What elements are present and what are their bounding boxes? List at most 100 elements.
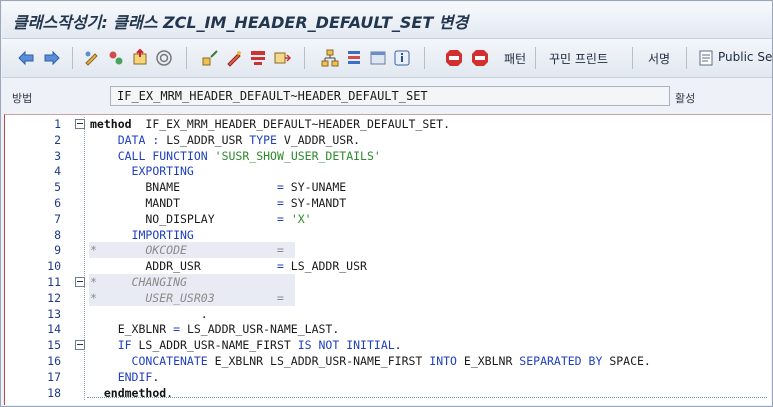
method-name-field[interactable]: IF_EX_MRM_HEADER_DEFAULT~HEADER_DEFAULT_…	[110, 86, 670, 106]
forward-arrow-icon[interactable]	[42, 48, 62, 68]
code-token: LS_ADDR_USR	[159, 132, 250, 147]
code-token: =	[276, 259, 284, 274]
code-line[interactable]: 13 .	[5, 306, 771, 322]
hierarchy-icon[interactable]	[200, 48, 220, 68]
code-line[interactable]: 17 ENDIF.	[5, 369, 771, 385]
code-token: :	[145, 132, 160, 147]
toolbar-separator	[186, 47, 187, 69]
code-token: * CHANGING	[90, 275, 187, 289]
code-token: IF_EX_MRM_HEADER_DEFAULT~HEADER_DEFAULT_…	[131, 117, 451, 131]
code-text: ENDIF.	[90, 369, 160, 385]
code-token: E_XBLNR	[456, 354, 520, 368]
code-line[interactable]: 11 * CHANGING	[5, 274, 771, 290]
code-token: IS NOT INITIAL	[297, 338, 395, 353]
code-line[interactable]: 15 IF LS_ADDR_USR-NAME_FIRST IS NOT INIT…	[5, 337, 771, 353]
pattern-button[interactable]: 패턴	[504, 50, 526, 67]
code-line[interactable]: 18 endmethod.	[5, 385, 771, 401]
code-text: E_XBLNR = LS_ADDR_USR-NAME_LAST.	[90, 321, 340, 337]
line-number: 4	[54, 164, 61, 179]
collapse-toggle-icon[interactable]	[75, 340, 85, 351]
code-line[interactable]: 14 E_XBLNR = LS_ADDR_USR-NAME_LAST.	[5, 321, 771, 337]
code-token: endmethod	[103, 385, 167, 400]
code-line[interactable]: 12 * USER_USR03 =	[5, 289, 771, 306]
code-text: method IF_EX_MRM_HEADER_DEFAULT~HEADER_D…	[90, 116, 450, 132]
stop-icon[interactable]	[444, 48, 464, 68]
code-line[interactable]: 7 NO_DISPLAY = 'X'	[5, 211, 771, 227]
code-token: E_XBLNR LS_ADDR_USR-NAME_FIRST	[207, 354, 430, 368]
code-line[interactable]: 16 CONCATENATE E_XBLNR LS_ADDR_USR-NAME_…	[5, 353, 771, 369]
window-icon[interactable]	[368, 48, 388, 68]
other-object-icon[interactable]	[106, 48, 126, 68]
abap-code-editor[interactable]: 1 method IF_EX_MRM_HEADER_DEFAULT~HEADER_…	[4, 114, 771, 405]
code-text: EXPORTING	[90, 163, 194, 179]
edit-toggle-icon[interactable]	[82, 48, 102, 68]
outline-icon[interactable]	[344, 48, 364, 68]
code-line[interactable]: 3 CALL FUNCTION 'SUSR_SHOW_USER_DETAILS'	[5, 148, 771, 164]
code-token: TYPE	[249, 132, 277, 147]
method-label: 방법	[12, 92, 33, 105]
code-text: DATA : LS_ADDR_USR TYPE V_ADDR_USR.	[90, 132, 360, 148]
back-arrow-icon[interactable]	[16, 48, 36, 68]
line-number: 5	[54, 180, 61, 195]
code-token: EXPORTING	[131, 164, 194, 179]
where-used-icon[interactable]	[154, 48, 174, 68]
code-token: LS_ADDR_USR-NAME_FIRST	[131, 338, 298, 353]
code-token: =	[276, 196, 284, 210]
toolbar-separator	[72, 47, 73, 69]
line-number: 11	[47, 275, 61, 289]
toolbar-separator	[424, 47, 425, 69]
pretty-print-button[interactable]: 꾸민 프린트	[549, 50, 608, 67]
code-token: NO_DISPLAY	[90, 211, 277, 226]
code-line[interactable]: 6 MANDT = SY-MANDT	[5, 195, 771, 211]
activate-icon[interactable]	[130, 48, 150, 68]
line-number: 8	[54, 227, 61, 242]
line-number: 12	[47, 290, 61, 305]
collapse-toggle-icon[interactable]	[75, 119, 85, 129]
code-token: CONCATENATE	[131, 354, 208, 368]
line-number: 1	[54, 117, 61, 131]
code-line[interactable]: 10 ADDR_USR = LS_ADDR_USR	[5, 258, 771, 274]
stop-check-icon[interactable]	[470, 48, 490, 68]
code-token: .	[152, 369, 160, 384]
code-line[interactable]: 1 method IF_EX_MRM_HEADER_DEFAULT~HEADER_…	[5, 116, 771, 132]
code-token: SY-UNAME	[283, 180, 347, 195]
code-token: .	[90, 306, 222, 321]
line-number: 16	[47, 354, 61, 368]
code-line[interactable]: 5 BNAME = SY-UNAME	[5, 179, 771, 195]
class-builder-window: 클래스작성기: 클래스 ZCL_IM_HEADER_DEFAULT_SET 변경	[0, 0, 773, 407]
code-token: INTO	[429, 354, 457, 368]
code-token: * OKCODE =	[90, 243, 284, 258]
code-text: * USER_USR03 =	[90, 290, 284, 306]
code-token: E_XBLNR	[90, 322, 174, 337]
code-token: 'SUSR_SHOW_USER_DETAILS'	[214, 148, 381, 163]
code-line[interactable]: 4 EXPORTING	[5, 163, 771, 179]
toolbar-separator	[632, 47, 633, 69]
status-label: 활성	[675, 92, 696, 105]
pencil-icon[interactable]	[224, 48, 244, 68]
code-token: 'X'	[290, 211, 312, 226]
toolbar-separator	[535, 47, 536, 69]
code-text: CONCATENATE E_XBLNR LS_ADDR_USR-NAME_FIR…	[90, 353, 651, 369]
tree-icon[interactable]	[320, 48, 340, 68]
code-token: ADDR_USR	[90, 259, 277, 274]
code-token: IF	[117, 338, 132, 353]
code-token: .	[394, 338, 402, 353]
code-line[interactable]: 8 IMPORTING	[5, 227, 771, 243]
line-number: 15	[47, 338, 61, 353]
check-icon[interactable]	[248, 48, 268, 68]
code-text: IF LS_ADDR_USR-NAME_FIRST IS NOT INITIAL…	[90, 337, 402, 353]
code-token: .	[166, 385, 174, 400]
public-section-button[interactable]: Public Se	[718, 50, 772, 64]
info-icon[interactable]	[392, 48, 412, 68]
line-number: 18	[47, 385, 61, 400]
collapse-toggle-icon[interactable]	[75, 277, 85, 287]
insert-icon[interactable]	[272, 48, 292, 68]
code-token: IMPORTING	[131, 227, 194, 242]
code-line[interactable]: 9 * OKCODE =	[5, 242, 771, 259]
signature-button[interactable]: 서명	[648, 50, 670, 67]
code-line[interactable]: 2 DATA : LS_ADDR_USR TYPE V_ADDR_USR.	[5, 132, 771, 148]
